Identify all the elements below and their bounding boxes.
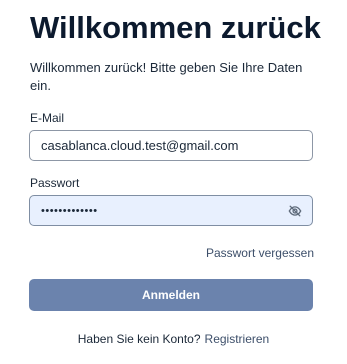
eye-slash-icon[interactable] [288, 204, 302, 218]
email-input[interactable] [30, 131, 312, 160]
eye-slash-icon-graphic [288, 205, 302, 217]
login-button[interactable]: Anmelden [29, 279, 313, 311]
register-link[interactable]: Registrieren [205, 332, 270, 346]
forgot-password-link[interactable]: Passwort vergessen [206, 246, 314, 260]
email-label: E-Mail [30, 111, 65, 125]
page-title: Willkommen zurück [30, 10, 321, 45]
page-subtitle: Willkommen zurück! Bitte geben Sie Ihre … [30, 60, 303, 93]
password-label: Passwort [30, 176, 80, 190]
password-input[interactable] [30, 196, 312, 225]
signup-prompt-text: Haben Sie kein Konto? [77, 332, 201, 346]
password-field[interactable] [29, 195, 313, 226]
signup-prompt-row: Haben Sie kein Konto? Registrieren [0, 332, 347, 346]
email-field[interactable] [29, 130, 313, 161]
